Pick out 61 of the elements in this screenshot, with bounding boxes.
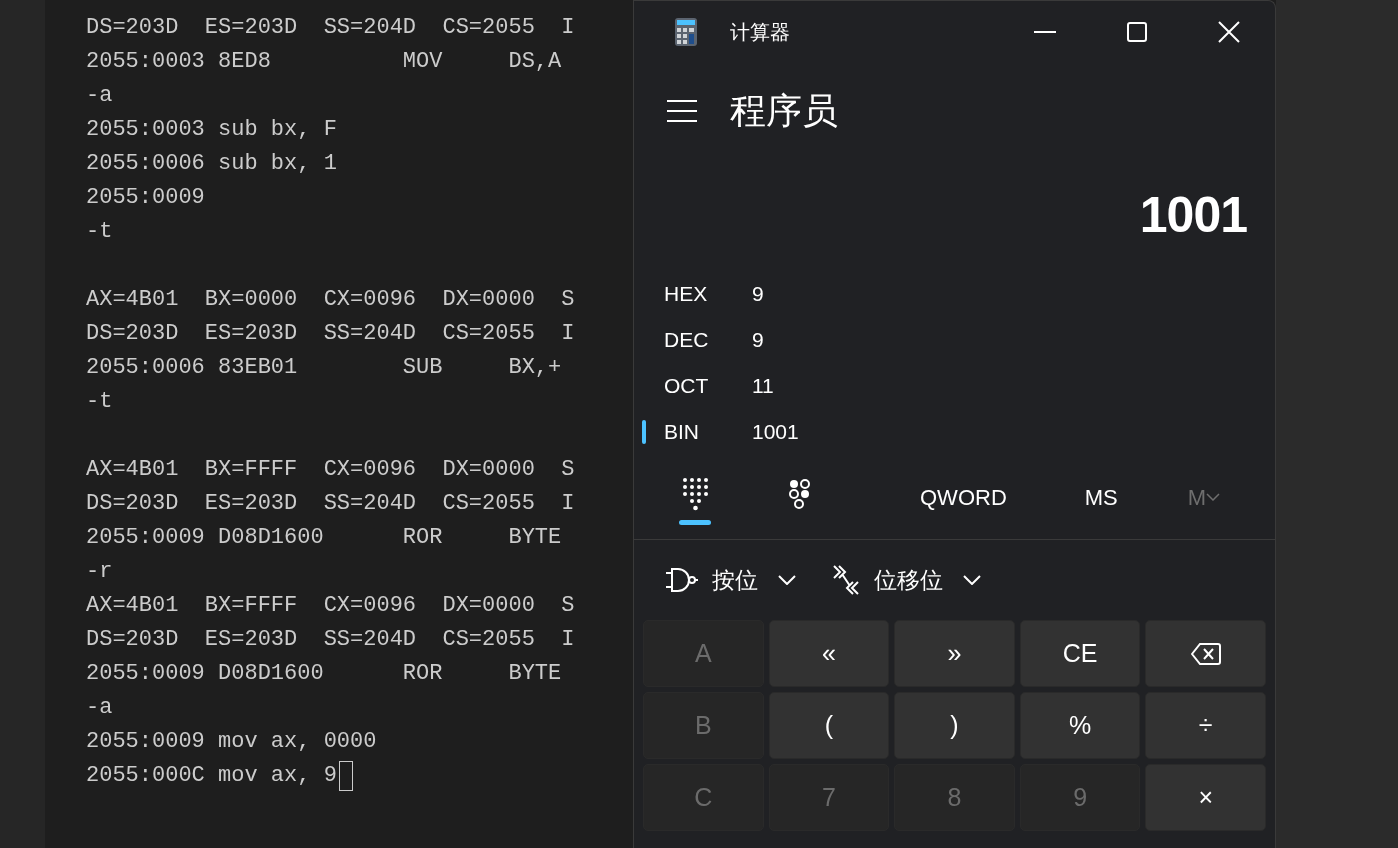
calculator-key[interactable]: » bbox=[894, 620, 1015, 687]
terminal-line: 2055:0009 bbox=[86, 184, 205, 212]
menu-icon bbox=[667, 100, 697, 122]
calculator-key[interactable]: ) bbox=[894, 692, 1015, 759]
radix-label: OCT bbox=[664, 373, 710, 400]
terminal-line: -r bbox=[86, 558, 113, 586]
terminal-line: AX=4B01 BX=FFFF CX=0096 DX=0000 S bbox=[86, 456, 575, 484]
result-display: 1001 bbox=[1139, 185, 1247, 245]
terminal-line: AX=4B01 BX=0000 CX=0096 DX=0000 S bbox=[86, 286, 575, 314]
terminal-line: -t bbox=[86, 218, 113, 246]
terminal-line: 2055:0009 mov ax, 0000 bbox=[86, 728, 377, 756]
radix-label: BIN bbox=[664, 419, 700, 446]
terminal-line: 2055:0009 D08D1600 ROR BYTE bbox=[86, 660, 562, 688]
terminal-line: 2055:0006 83EB01 SUB BX,+ bbox=[86, 354, 562, 382]
terminal-line: -a bbox=[86, 82, 113, 110]
chevron-down-icon bbox=[963, 575, 981, 585]
calculator-key[interactable] bbox=[1145, 620, 1266, 687]
radix-row[interactable]: HEX 9 bbox=[634, 271, 1275, 317]
dropdown-button[interactable]: 按位 bbox=[658, 558, 804, 602]
terminal-line: 2055:0003 8ED8 MOV DS,A bbox=[86, 48, 562, 76]
terminal-line: 2055:0009 D08D1600 ROR BYTE bbox=[86, 524, 562, 552]
minimize-icon bbox=[1034, 31, 1056, 33]
radix-row[interactable]: OCT 11 bbox=[634, 363, 1275, 409]
terminal-line: DS=203D ES=203D SS=204D CS=2055 I bbox=[86, 626, 575, 654]
terminal-line: DS=203D ES=203D SS=204D CS=2055 I bbox=[86, 490, 575, 518]
calculator-key[interactable]: CE bbox=[1019, 620, 1141, 687]
terminal-line: -t bbox=[86, 388, 113, 416]
radix-row[interactable]: DEC 9 bbox=[634, 317, 1275, 363]
window-title: 计算器 bbox=[730, 20, 790, 45]
terminal-line: 2055:0006 sub bx, 1 bbox=[86, 150, 337, 178]
radix-value: 9 bbox=[752, 327, 764, 354]
shift-arrows-icon bbox=[832, 564, 860, 596]
radix-value: 11 bbox=[752, 373, 774, 400]
terminal-line: DS=203D ES=203D SS=204D CS=2055 I bbox=[86, 14, 575, 42]
radix-value: 9 bbox=[752, 281, 764, 308]
calculator-key[interactable]: ( bbox=[768, 692, 890, 759]
radix-value: 1001 bbox=[752, 419, 799, 446]
memory-button[interactable]: MS bbox=[1084, 477, 1118, 517]
word-size-button[interactable]: QWORD bbox=[912, 477, 1015, 517]
caret-icon bbox=[1206, 493, 1221, 501]
terminal-line: DS=203D ES=203D SS=204D CS=2055 I bbox=[86, 320, 575, 348]
maximize-icon bbox=[1127, 22, 1147, 42]
calculator-key[interactable]: « bbox=[768, 620, 890, 687]
dropdown-button[interactable]: 位移位 bbox=[824, 558, 989, 602]
radix-label: HEX bbox=[664, 281, 709, 308]
chevron-down-icon bbox=[778, 575, 796, 585]
terminal-line: AX=4B01 BX=FFFF CX=0096 DX=0000 S bbox=[86, 592, 575, 620]
keypad-icon bbox=[681, 477, 708, 511]
backspace-icon bbox=[1190, 642, 1221, 665]
mode-title: 程序员 bbox=[730, 89, 838, 133]
calculator-app-icon bbox=[674, 17, 698, 47]
calculator-key[interactable]: × bbox=[1145, 764, 1266, 831]
terminal-line: 2055:000C mov ax, 9 bbox=[86, 762, 337, 790]
calculator-key[interactable]: % bbox=[1019, 692, 1141, 759]
terminal-line: -a bbox=[86, 694, 113, 722]
calculator-key[interactable]: ÷ bbox=[1145, 692, 1266, 759]
terminal-line: 2055:0003 sub bx, F bbox=[86, 116, 337, 144]
radix-label: DEC bbox=[664, 327, 710, 354]
bit-dots-icon bbox=[787, 479, 812, 509]
close-icon bbox=[1218, 21, 1240, 43]
logic-gate-icon bbox=[666, 567, 698, 593]
